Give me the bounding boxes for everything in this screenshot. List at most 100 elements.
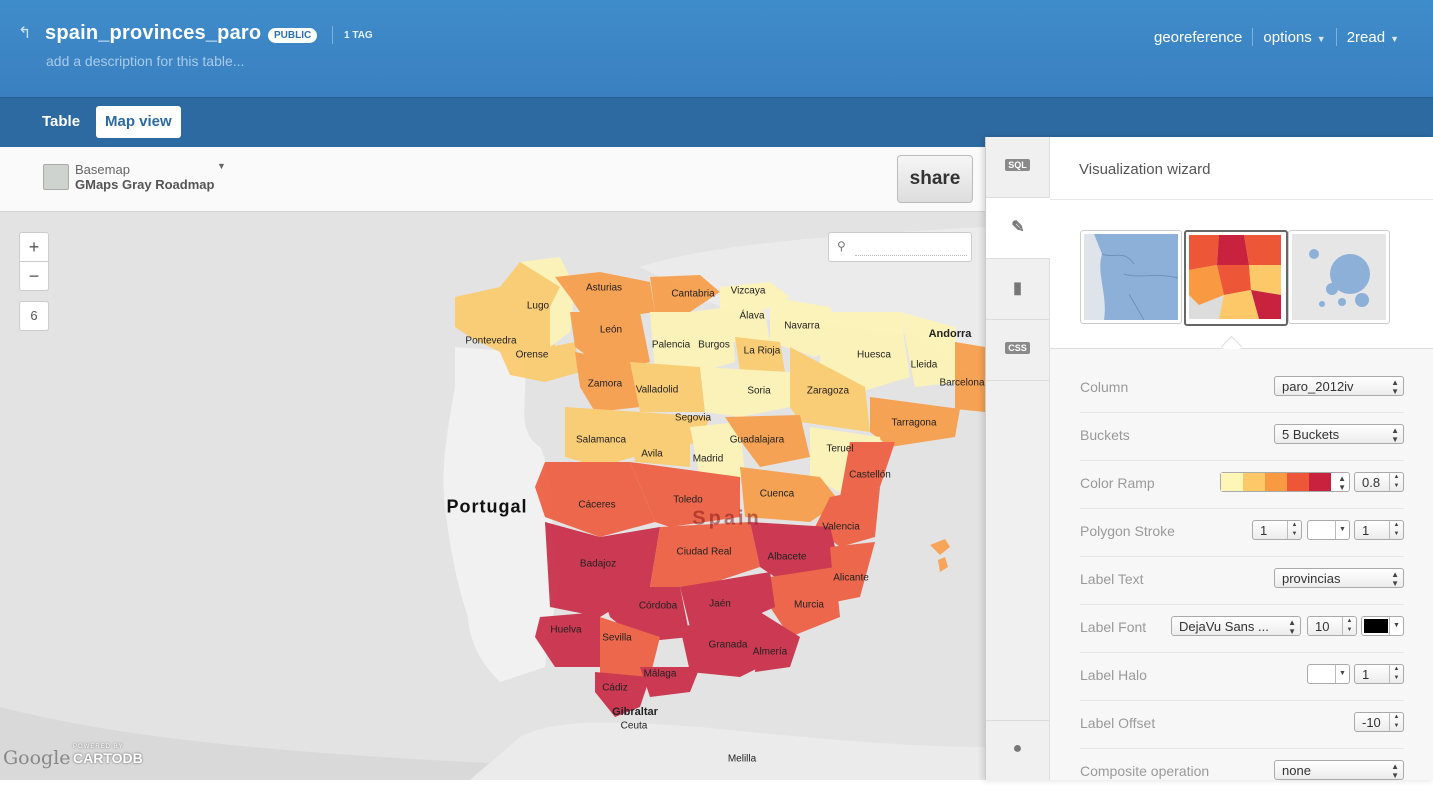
province-label: Granada	[708, 639, 748, 651]
map-canvas[interactable]: Lugo Asturias Cantabria Vizcaya Ponteved…	[0, 147, 985, 780]
select-arrows-icon: ▲ ▼	[1391, 378, 1399, 396]
province-label: Murcia	[793, 599, 825, 611]
province-label: Badajoz	[579, 558, 617, 570]
province-label: Alicante	[833, 572, 869, 584]
bulb-icon: ●	[1012, 740, 1023, 757]
zoom-out-button[interactable]: −	[19, 261, 49, 291]
zoom-level-indicator: 6	[19, 301, 49, 331]
options-menu[interactable]: options ▼	[1263, 29, 1325, 46]
label-text-select[interactable]: provincias ▲ ▼	[1274, 568, 1404, 588]
tab-table[interactable]: Table	[42, 106, 80, 138]
viz-simple[interactable]	[1080, 230, 1182, 324]
stepper-arrows-icon[interactable]: ▲ ▼	[1287, 521, 1301, 539]
stepper-arrows-icon[interactable]: ▲ ▼	[1389, 473, 1403, 491]
css-tab[interactable]: CSS	[986, 320, 1049, 381]
country-label: Portugal	[446, 496, 528, 517]
wizard-properties: Column paro_2012iv ▲ ▼ Buckets 5 Buckets …	[1050, 349, 1433, 780]
polygon-stroke-label: Polygon Stroke	[1080, 523, 1175, 539]
map-toolbar: Basemap GMaps Gray Roadmap ▼ share	[0, 147, 985, 212]
user-menu[interactable]: 2read ▼	[1347, 29, 1399, 46]
country-label: Andorra	[928, 328, 972, 340]
label-offset-row: Label Offset -10 ▲ ▼	[1080, 700, 1404, 749]
basemap-thumbnail-icon[interactable]	[43, 164, 69, 190]
province-label: Tarragona	[891, 417, 937, 429]
label-text-value: provincias	[1282, 571, 1341, 586]
select-arrows-icon: ▲ ▼	[1391, 762, 1399, 780]
stroke-width-input[interactable]: 1 ▲ ▼	[1252, 520, 1302, 540]
chevron-down-icon[interactable]: ▼	[217, 161, 226, 171]
label-font-row: Label Font DejaVu Sans ... ▲ ▼ 10 ▲ ▼ ▼	[1080, 604, 1404, 653]
label-size-input[interactable]: 10 ▲ ▼	[1307, 616, 1357, 636]
province-label: Cantabria	[671, 288, 715, 300]
wizard-tab[interactable]: ✎	[986, 198, 1051, 259]
georeference-link[interactable]: georeference	[1154, 29, 1242, 46]
color-ramp-select[interactable]: ▲ ▼	[1220, 472, 1350, 492]
description-field[interactable]: add a description for this table...	[46, 53, 244, 69]
halo-width-input[interactable]: 1 ▲ ▼	[1354, 664, 1404, 684]
tag-count[interactable]: 1 TAG	[344, 30, 373, 41]
stepper-arrows-icon[interactable]: ▲ ▼	[1389, 665, 1403, 683]
visualization-types	[1050, 199, 1433, 349]
halo-color-picker[interactable]: ▼	[1307, 664, 1350, 684]
search-input[interactable]	[855, 239, 967, 256]
viz-choropleth[interactable]	[1184, 230, 1288, 326]
province-label: Soria	[747, 385, 771, 397]
place-label: Melilla	[727, 753, 757, 765]
country-label: Spain	[692, 507, 762, 530]
viz-bubble[interactable]	[1288, 230, 1390, 324]
ramp-opacity-value: 0.8	[1362, 475, 1381, 490]
color-ramp-row: Color Ramp ▲ ▼ 0.8 ▲ ▼	[1080, 460, 1404, 509]
province-label: Palencia	[651, 339, 691, 351]
legend-tab[interactable]: ●	[986, 720, 1049, 781]
province-label: Lleida	[910, 359, 938, 371]
share-button[interactable]: share	[897, 155, 973, 203]
label-offset-value: -10	[1362, 715, 1381, 730]
composite-row: Composite operation none ▲ ▼	[1080, 748, 1404, 796]
ramp-color-1	[1221, 473, 1243, 491]
stroke-color-picker[interactable]: ▼	[1307, 520, 1350, 540]
back-arrow-icon[interactable]: ↰	[18, 26, 36, 42]
column-label: Column	[1080, 379, 1129, 395]
stepper-arrows-icon[interactable]: ▲ ▼	[1389, 713, 1403, 731]
polygon-stroke-row: Polygon Stroke 1 ▲ ▼ ▼ 1 ▲ ▼	[1080, 508, 1404, 557]
province-label: Cádiz	[602, 682, 628, 694]
buckets-select[interactable]: 5 Buckets ▲ ▼	[1274, 424, 1404, 444]
composite-select[interactable]: none ▲ ▼	[1274, 760, 1404, 780]
ramp-color-2	[1243, 473, 1265, 491]
panel-sidebar: SQL ✎ ▮ CSS ●	[986, 137, 1051, 781]
cartodb-logo: POWERED BY CARTODB	[73, 744, 143, 766]
province-label: Barcelona	[939, 377, 985, 389]
zoom-in-button[interactable]: +	[19, 232, 49, 262]
province-label: Navarra	[784, 320, 820, 332]
stepper-arrows-icon[interactable]: ▲ ▼	[1342, 617, 1356, 635]
label-offset-input[interactable]: -10 ▲ ▼	[1354, 712, 1404, 732]
privacy-badge[interactable]: PUBLIC	[268, 28, 318, 43]
province-label: Guadalajara	[729, 434, 785, 446]
map-search: ⚲	[828, 232, 972, 262]
tab-map-view[interactable]: Map view	[96, 106, 181, 138]
province-label: Orense	[515, 349, 549, 361]
options-label: options	[1263, 28, 1312, 46]
province-label: Sevilla	[602, 632, 632, 644]
label-font-select[interactable]: DejaVu Sans ... ▲ ▼	[1171, 616, 1301, 636]
basemap-kicker[interactable]: Basemap	[75, 162, 130, 177]
stroke-opacity-value: 1	[1362, 523, 1370, 538]
sql-tab[interactable]: SQL	[986, 137, 1049, 198]
table-title[interactable]: spain_provinces_paro	[45, 22, 261, 45]
select-arrows-icon: ▲ ▼	[1288, 618, 1296, 636]
place-label: Ceuta	[620, 720, 648, 732]
stepper-arrows-icon[interactable]: ▲ ▼	[1389, 521, 1403, 539]
label-color-picker[interactable]: ▼	[1361, 616, 1404, 636]
user-label: 2read	[1346, 28, 1386, 46]
choropleth-map-icon	[1189, 235, 1281, 319]
divider	[332, 26, 333, 44]
stroke-opacity-input[interactable]: 1 ▲ ▼	[1354, 520, 1404, 540]
basemap-selector[interactable]: GMaps Gray Roadmap	[75, 177, 214, 192]
select-arrows-icon: ▲ ▼	[1391, 426, 1399, 444]
province-label: Huesca	[857, 349, 891, 361]
column-select[interactable]: paro_2012iv ▲ ▼	[1274, 376, 1404, 396]
province-label: Huelva	[550, 624, 582, 636]
infowindow-tab[interactable]: ▮	[986, 259, 1049, 320]
ramp-opacity-input[interactable]: 0.8 ▲ ▼	[1354, 472, 1404, 492]
province-label: Almería	[752, 646, 788, 658]
